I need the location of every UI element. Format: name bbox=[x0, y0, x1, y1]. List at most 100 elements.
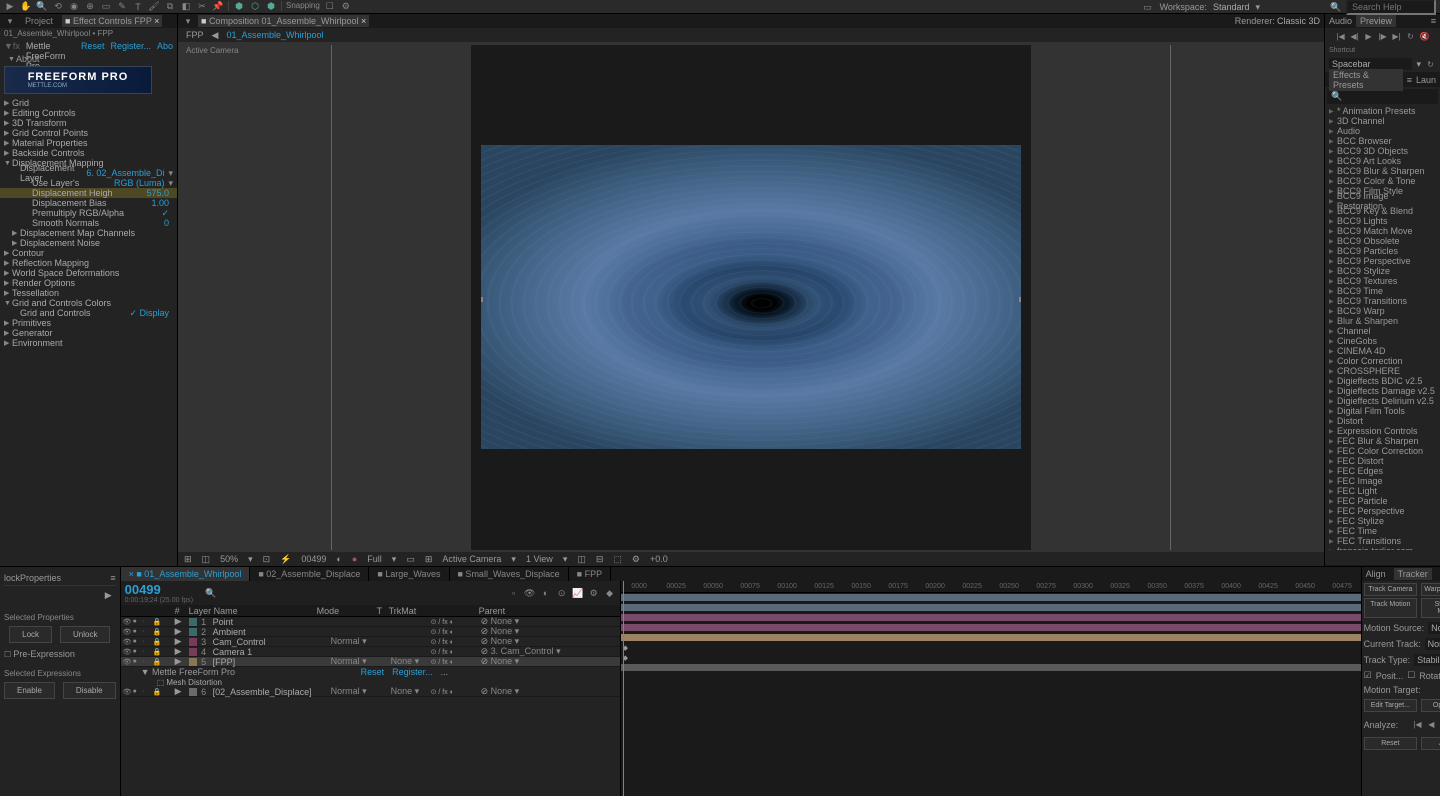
tree-item-smooth-normals[interactable]: Smooth Normals0 bbox=[0, 218, 177, 228]
ep-item[interactable]: ▶FEC Perspective bbox=[1325, 506, 1440, 516]
selection-tool-icon[interactable]: ▶ bbox=[4, 1, 16, 13]
layer-sub-effect[interactable]: ▼ Mettle FreeForm ProResetRegister...... bbox=[121, 667, 620, 677]
panel-options-icon[interactable]: ≡ bbox=[1431, 16, 1436, 26]
ep-item[interactable]: ▶Expression Controls bbox=[1325, 426, 1440, 436]
ep-item[interactable]: ▶Distort bbox=[1325, 416, 1440, 426]
preview-tab[interactable]: Preview bbox=[1356, 15, 1396, 27]
view-axis-icon[interactable]: ⬢ bbox=[265, 1, 277, 13]
track-motion-button[interactable]: Track Motion bbox=[1364, 598, 1418, 618]
layer-bar[interactable] bbox=[621, 633, 1361, 643]
ep-item[interactable]: ▶Channel bbox=[1325, 326, 1440, 336]
tree-item-contour[interactable]: ▶Contour bbox=[0, 248, 177, 258]
frame-value[interactable]: 00499 bbox=[299, 554, 328, 564]
about-label[interactable]: About bbox=[16, 54, 40, 64]
tree-item-tessellation[interactable]: ▶Tessellation bbox=[0, 288, 177, 298]
world-axis-icon[interactable]: ⬡ bbox=[249, 1, 261, 13]
effects-search-input[interactable] bbox=[1342, 92, 1440, 101]
rotation-checkbox[interactable]: ☐ bbox=[1407, 670, 1415, 681]
tree-item-backside-controls[interactable]: ▶Backside Controls bbox=[0, 148, 177, 158]
analyze-back-icon[interactable]: |◀ bbox=[1412, 719, 1423, 730]
transform-handle-right[interactable] bbox=[1019, 297, 1021, 302]
hand-tool-icon[interactable]: ✋ bbox=[20, 1, 32, 13]
rect-tool-icon[interactable]: ▭ bbox=[100, 1, 112, 13]
timeline-ruler[interactable]: 0000000250005000075001000012500150001750… bbox=[621, 581, 1361, 593]
exposure-value[interactable]: +0.0 bbox=[648, 554, 670, 564]
ep-item[interactable]: ▶BCC9 Transitions bbox=[1325, 296, 1440, 306]
col-mode[interactable]: Mode bbox=[317, 606, 377, 616]
tree-item-displacement-heigh[interactable]: Displacement Heigh575.0 bbox=[0, 188, 177, 198]
enable-button[interactable]: Enable bbox=[4, 682, 55, 699]
ep-item[interactable]: ▶BCC9 Image Restoration bbox=[1325, 196, 1440, 206]
effects-presets-tab[interactable]: Effects & Presets bbox=[1329, 69, 1403, 91]
stabilize-motion-button[interactable]: Stabilize Motion bbox=[1421, 598, 1440, 618]
tree-item-premultiply-rgb-alpha[interactable]: Premultiply RGB/Alpha✓ bbox=[0, 208, 177, 218]
ep-item[interactable]: ▶FEC Particle bbox=[1325, 496, 1440, 506]
brainstorm-icon[interactable]: ⚙ bbox=[588, 587, 600, 599]
tree-item-grid[interactable]: ▶Grid bbox=[0, 98, 177, 108]
local-axis-icon[interactable]: ⬢ bbox=[233, 1, 245, 13]
puppet-tool-icon[interactable]: 📌 bbox=[212, 1, 224, 13]
ep-item[interactable]: ▶FEC Edges bbox=[1325, 466, 1440, 476]
timeline-tab[interactable]: ■ FPP bbox=[569, 567, 611, 581]
ep-item[interactable]: ▶BCC9 Color & Tone bbox=[1325, 176, 1440, 186]
tree-item-reflection-mapping[interactable]: ▶Reflection Mapping bbox=[0, 258, 177, 268]
alpha-icon[interactable]: ◐ bbox=[334, 554, 343, 564]
ep-item[interactable]: ▶Audio bbox=[1325, 126, 1440, 136]
shortcut-reset-icon[interactable]: ↻ bbox=[1425, 59, 1436, 70]
zoom-value[interactable]: 50% bbox=[218, 554, 240, 564]
ep-item[interactable]: ▶Digieffects BDIC v2.5 bbox=[1325, 376, 1440, 386]
pre-expression-checkbox[interactable]: ☐ Pre-Expression bbox=[4, 647, 116, 661]
ep-item[interactable]: ▶BCC9 Warp bbox=[1325, 306, 1440, 316]
channel-icon[interactable]: ● bbox=[350, 554, 359, 564]
project-tab[interactable]: Project bbox=[22, 15, 56, 27]
tree-item-primitives[interactable]: ▶Primitives bbox=[0, 318, 177, 328]
comp-mini-icon[interactable]: ▫ bbox=[508, 587, 520, 599]
pixel-aspect-icon[interactable]: ◫ bbox=[575, 554, 588, 565]
ep-item[interactable]: ▶BCC9 Time bbox=[1325, 286, 1440, 296]
ep-item[interactable]: ▶BCC9 Match Move bbox=[1325, 226, 1440, 236]
lock-panel-collapse-icon[interactable]: ▶ bbox=[105, 590, 112, 600]
lock-button[interactable]: Lock bbox=[9, 626, 52, 643]
ep-item[interactable]: ▶BCC9 3D Objects bbox=[1325, 146, 1440, 156]
composition-tab[interactable]: ■ Composition 01_Assemble_Whirlpool × bbox=[198, 15, 369, 27]
workspace-icon[interactable]: ▭ bbox=[1142, 1, 1154, 13]
auto-keyframe-icon[interactable]: ◆ bbox=[604, 587, 616, 599]
layer-bar[interactable] bbox=[621, 623, 1361, 633]
layer-bar[interactable] bbox=[621, 613, 1361, 623]
first-frame-icon[interactable]: |◀ bbox=[1335, 31, 1346, 42]
tree-item-3d-transform[interactable]: ▶3D Transform bbox=[0, 118, 177, 128]
options-button[interactable]: Options... bbox=[1421, 699, 1440, 712]
tracker-reset-button[interactable]: Reset bbox=[1364, 737, 1418, 750]
pen-tool-icon[interactable]: ✎ bbox=[116, 1, 128, 13]
tree-item-generator[interactable]: ▶Generator bbox=[0, 328, 177, 338]
camera-value[interactable]: Active Camera bbox=[440, 554, 503, 564]
timecode-icon[interactable]: ⊟ bbox=[594, 554, 606, 565]
mask-icon[interactable]: ◫ bbox=[200, 554, 213, 565]
ep-item[interactable]: ▶BCC9 Lights bbox=[1325, 216, 1440, 226]
ep-item[interactable]: ▶Digital Film Tools bbox=[1325, 406, 1440, 416]
register-link[interactable]: Register... bbox=[110, 41, 151, 51]
warp-stabilizer-button[interactable]: Warp Stabilizer bbox=[1421, 583, 1440, 596]
ep-options-icon[interactable]: ≡ bbox=[1407, 75, 1412, 85]
layer-bar[interactable] bbox=[621, 663, 1361, 673]
ep-item[interactable]: ▶FEC Time bbox=[1325, 526, 1440, 536]
col-trkmat[interactable]: TrkMat bbox=[389, 606, 429, 616]
comp-menu-icon[interactable]: ▾ bbox=[182, 15, 194, 27]
track-type-dropdown[interactable]: Stabilize bbox=[1414, 654, 1440, 666]
type-tool-icon[interactable]: T bbox=[132, 1, 144, 13]
crumb-root[interactable]: FPP bbox=[186, 30, 204, 40]
ep-item[interactable]: ▶* Animation Presets bbox=[1325, 106, 1440, 116]
eraser-tool-icon[interactable]: ◧ bbox=[180, 1, 192, 13]
ep-item[interactable]: ▶BCC9 Stylize bbox=[1325, 266, 1440, 276]
position-checkbox[interactable]: ☑ bbox=[1364, 670, 1372, 681]
zoom-dropdown-icon[interactable]: ▾ bbox=[246, 554, 255, 565]
ep-item[interactable]: ▶BCC9 Obsolete bbox=[1325, 236, 1440, 246]
current-track-dropdown[interactable]: None bbox=[1425, 638, 1440, 650]
camera-tool-icon[interactable]: ◉ bbox=[68, 1, 80, 13]
tree-item-grid-and-controls[interactable]: Grid and Controls✓ Display bbox=[0, 308, 177, 318]
reset-link[interactable]: Reset bbox=[81, 41, 105, 51]
loop-icon[interactable]: ↻ bbox=[1405, 31, 1416, 42]
prev-frame-icon[interactable]: ◀| bbox=[1349, 31, 1360, 42]
resolution-icon[interactable]: ⊡ bbox=[261, 554, 273, 565]
ep-item[interactable]: ▶BCC9 Perspective bbox=[1325, 256, 1440, 266]
